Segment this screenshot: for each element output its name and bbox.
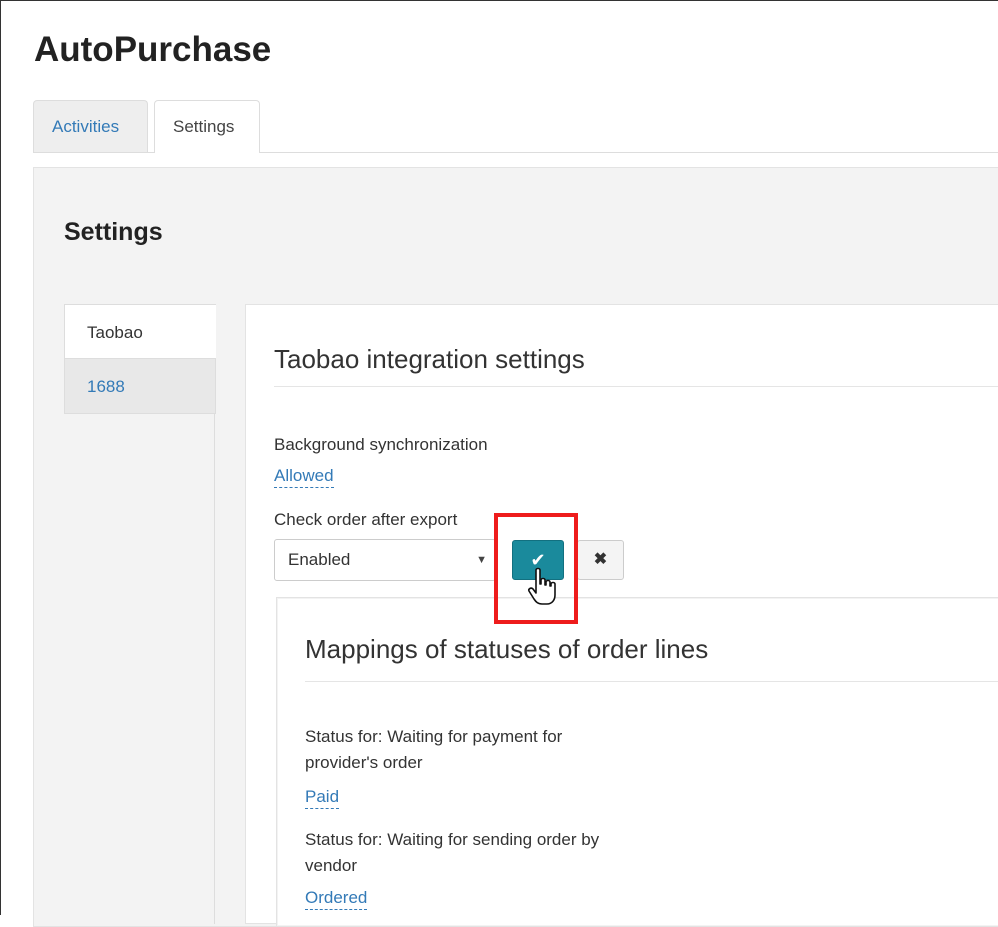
nav-divider — [214, 414, 215, 924]
app-title: AutoPurchase — [34, 30, 272, 69]
background-sync-label: Background synchronization — [274, 435, 488, 454]
mapping-value-link[interactable]: Ordered — [305, 887, 368, 910]
card-title-divider — [274, 386, 998, 387]
settings-heading: Settings — [64, 218, 163, 246]
mapping-label-line2: vendor — [305, 856, 357, 875]
settings-vertical-nav: Taobao 1688 — [64, 304, 216, 414]
frame-top-border — [0, 0, 998, 1]
tab-activities[interactable]: Activities — [33, 100, 148, 152]
tab-settings[interactable]: Settings — [154, 100, 260, 153]
status-mappings-title: Mappings of statuses of order lines — [305, 634, 709, 664]
chevron-down-icon: ▼ — [476, 554, 487, 566]
frame-left-border — [0, 0, 1, 915]
check-order-label: Check order after export — [274, 510, 458, 529]
mapping-label-line2: provider's order — [305, 753, 423, 772]
nav-item-1688[interactable]: 1688 — [64, 359, 216, 414]
status-mappings-divider — [305, 681, 998, 682]
nav-item-taobao[interactable]: Taobao — [64, 304, 216, 359]
background-sync-value-link[interactable]: Allowed — [274, 465, 334, 488]
mapping-label-line1: Status for: Waiting for payment for — [305, 727, 563, 746]
mapping-value-link[interactable]: Paid — [305, 786, 340, 809]
check-order-select[interactable]: Enabled ▼ — [274, 539, 496, 581]
cancel-button[interactable]: ✖ — [577, 540, 624, 580]
close-icon: ✖ — [593, 551, 608, 568]
taobao-settings-title: Taobao integration settings — [274, 344, 585, 374]
check-order-selected-value: Enabled — [288, 550, 351, 569]
hand-cursor-icon — [528, 567, 556, 605]
mapping-label-line1: Status for: Waiting for sending order by — [305, 830, 600, 849]
